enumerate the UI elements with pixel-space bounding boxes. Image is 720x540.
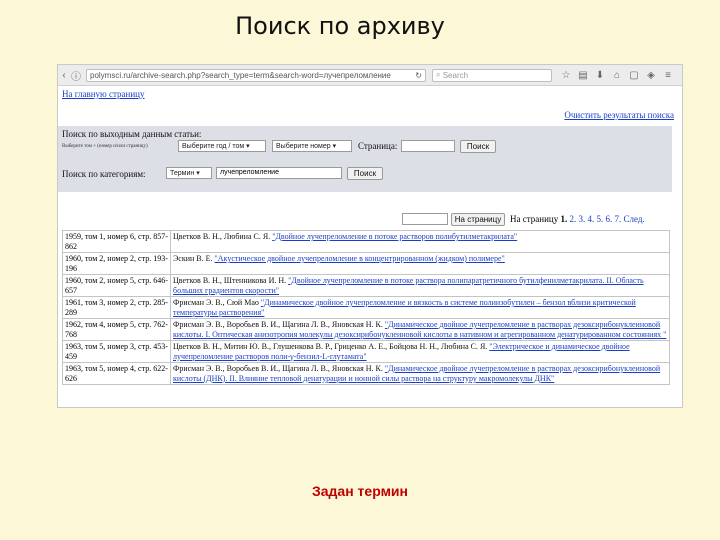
browser-window: ‹ ⓘ polymsci.ru/archive-search.php?searc…	[57, 64, 683, 408]
result-authors: Цветков В. Н., Штенникова И. Н.	[173, 276, 287, 285]
table-row: 1963, том 5, номер 4, стр. 622-626 Фрисм…	[62, 362, 670, 385]
result-citation: Цветков В. Н., Штенникова И. Н. "Двойное…	[170, 274, 670, 297]
goto-page-button[interactable]: На страницу	[451, 213, 505, 226]
result-citation: Фрисман Э. В., Сюй Мао "Динамическое дво…	[170, 296, 670, 319]
table-row: 1960, том 2, номер 5, стр. 646-657 Цветк…	[62, 274, 670, 297]
results-table: 1959, том 1, номер 6, стр. 857-862 Цветк…	[62, 230, 670, 385]
result-authors: Цветков В. Н., Любина С. Я.	[173, 232, 271, 241]
browser-toolbar: ‹ ⓘ polymsci.ru/archive-search.php?searc…	[58, 65, 682, 86]
reload-icon[interactable]: ↻	[415, 71, 422, 80]
output-search-hint: Выберите том + (номер и/или страницу)	[62, 144, 148, 149]
result-source: 1963, том 5, номер 4, стр. 622-626	[62, 362, 171, 385]
browser-search-input[interactable]: ⌕ Search	[432, 68, 552, 82]
info-icon[interactable]: ⓘ	[70, 68, 82, 83]
result-citation: Цветков В. Н., Митин Ю. В., Глушенкова В…	[170, 340, 670, 363]
category-search-button[interactable]: Поиск	[347, 167, 383, 180]
page-link-4[interactable]: 4.	[587, 214, 594, 224]
pagination-current: 1.	[560, 214, 568, 224]
page-link-7[interactable]: 7.	[614, 214, 621, 224]
pocket-icon[interactable]: ◈	[645, 70, 657, 81]
chat-icon[interactable]: ▢	[628, 70, 640, 81]
result-source: 1960, том 2, номер 5, стр. 646-657	[62, 274, 171, 297]
result-citation: Эскин В. Е. "Акустическое двойное лучепр…	[170, 252, 670, 275]
table-row: 1963, том 5, номер 3, стр. 453-459 Цветк…	[62, 340, 670, 363]
next-page-link[interactable]: След.	[623, 214, 644, 224]
star-icon[interactable]: ☆	[560, 70, 572, 81]
output-search-label: Поиск по выходным данным статьи:	[62, 129, 202, 139]
category-search-label: Поиск по категориям:	[62, 169, 146, 179]
search-panel: Поиск по выходным данным статьи: Выберит…	[58, 126, 672, 192]
back-icon[interactable]: ‹	[58, 70, 70, 81]
page-content: На главную страницу Очистить результаты …	[58, 86, 682, 407]
issue-select[interactable]: Выберите номер ▾	[272, 140, 352, 152]
library-icon[interactable]: ▤	[577, 70, 589, 81]
category-select[interactable]: Термин ▾	[166, 167, 212, 179]
result-title-link[interactable]: "Акустическое двойное лучепреломление в …	[215, 254, 505, 263]
result-citation: Фрисман Э. В., Воробьев В. И., Щагина Л.…	[170, 362, 670, 385]
address-bar[interactable]: polymsci.ru/archive-search.php?search_ty…	[86, 68, 426, 82]
result-source: 1962, том 4, номер 5, стр. 762-768	[62, 318, 171, 341]
url-text: polymsci.ru/archive-search.php?search_ty…	[90, 70, 391, 80]
result-source: 1963, том 5, номер 3, стр. 453-459	[62, 340, 171, 363]
menu-icon[interactable]: ≡	[662, 70, 674, 81]
pagination-label: На страницу	[510, 214, 559, 224]
result-authors: Цветков В. Н., Митин Ю. В., Глушенкова В…	[173, 342, 488, 351]
slide-title: Поиск по архиву	[235, 12, 445, 40]
download-icon[interactable]: ⬇	[594, 70, 606, 81]
result-authors: Фрисман Э. В., Воробьев В. И., Щагина Л.…	[173, 364, 383, 373]
page-link-3[interactable]: 3.	[578, 214, 585, 224]
slide-caption: Задан термин	[311, 483, 408, 499]
page-number-input[interactable]	[401, 140, 455, 152]
table-row: 1960, том 2, номер 2, стр. 193-196 Эскин…	[62, 252, 670, 275]
result-authors: Фрисман Э. В., Сюй Мао	[173, 298, 259, 307]
home-icon[interactable]: ⌂	[611, 70, 623, 81]
pagination: На страницу 1. 2. 3. 4. 5. 6. 7. След.	[510, 214, 645, 224]
page-link-5[interactable]: 5.	[596, 214, 603, 224]
clear-results-link[interactable]: Очистить результаты поиска	[564, 110, 674, 120]
result-authors: Фрисман Э. В., Воробьев В. И., Щагина Л.…	[173, 320, 383, 329]
result-authors: Эскин В. Е.	[173, 254, 213, 263]
search-icon: ⌕	[436, 70, 443, 79]
output-search-button[interactable]: Поиск	[460, 140, 496, 153]
page-link-6[interactable]: 6.	[605, 214, 612, 224]
home-link[interactable]: На главную страницу	[62, 89, 145, 99]
result-citation: Фрисман Э. В., Воробьев В. И., Щагина Л.…	[170, 318, 670, 341]
browser-search-placeholder: Search	[442, 70, 469, 80]
term-input[interactable]: лучепреломление	[216, 167, 342, 179]
result-source: 1959, том 1, номер 6, стр. 857-862	[62, 230, 171, 253]
year-volume-select[interactable]: Выберите год / том ▾	[178, 140, 266, 152]
result-source: 1961, том 3, номер 2, стр. 285-289	[62, 296, 171, 319]
result-title-link[interactable]: "Двойное лучепреломление в потоке раство…	[272, 232, 517, 241]
table-row: 1962, том 4, номер 5, стр. 762-768 Фрисм…	[62, 318, 670, 341]
table-row: 1959, том 1, номер 6, стр. 857-862 Цветк…	[62, 230, 670, 253]
goto-page-input[interactable]	[402, 213, 448, 225]
result-citation: Цветков В. Н., Любина С. Я. "Двойное луч…	[170, 230, 670, 253]
table-row: 1961, том 3, номер 2, стр. 285-289 Фрисм…	[62, 296, 670, 319]
result-source: 1960, том 2, номер 2, стр. 193-196	[62, 252, 171, 275]
page-number-label: Страница:	[358, 141, 398, 151]
page-link-2[interactable]: 2.	[569, 214, 576, 224]
